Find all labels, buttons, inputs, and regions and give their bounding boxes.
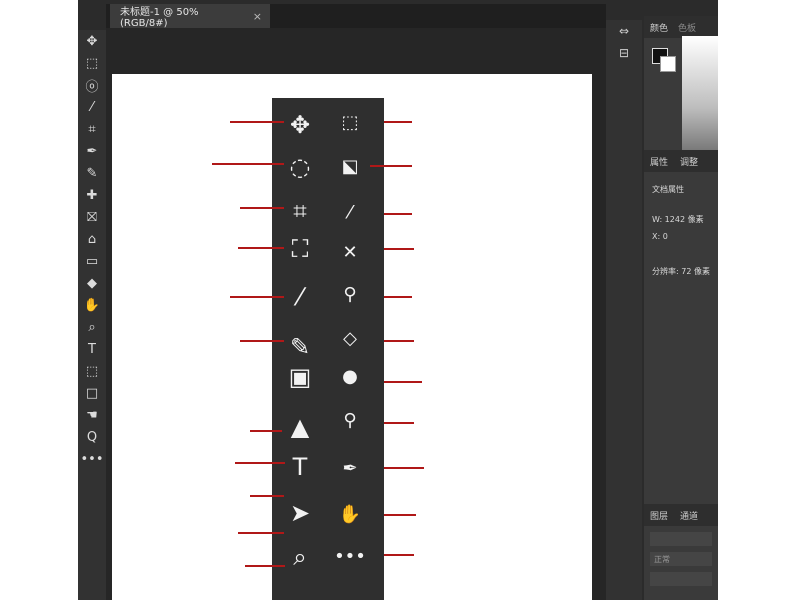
tab-color[interactable]: 颜色 <box>650 21 668 34</box>
tool-icon[interactable]: ⛝ <box>78 206 106 228</box>
document-tabbar: 未标题-1 @ 50%(RGB/8#) × <box>106 4 606 29</box>
tool-icon[interactable]: Q <box>78 426 106 448</box>
right-panels: 颜色 色板 属性 调整 文档属性 W: 1242 像素 X: 0 分辨率: 72… <box>644 16 718 600</box>
tool-icon[interactable]: ••• <box>78 448 106 470</box>
tool-icon[interactable]: T <box>78 338 106 360</box>
connector-line <box>384 248 414 250</box>
connector-line <box>212 163 284 165</box>
tool-icon[interactable]: ⬚ <box>78 360 106 382</box>
connector-line <box>384 422 414 424</box>
connector-line <box>230 296 284 298</box>
tool-glyph-icon: ✕ <box>342 242 358 263</box>
tool-icon[interactable]: ▭ <box>78 250 106 272</box>
tab-layers[interactable]: 图层 <box>650 509 668 522</box>
color-panel-tabs: 颜色 色板 <box>644 16 718 38</box>
color-picker-field[interactable] <box>682 36 718 156</box>
resolution-readout: 分辨率: 72 像素 <box>652 267 710 276</box>
color-swatches[interactable] <box>652 48 676 72</box>
x-readout: X: 0 <box>652 232 668 241</box>
tab-swatches[interactable]: 色板 <box>678 21 696 34</box>
tool-icon[interactable]: ◆ <box>78 272 106 294</box>
connector-line <box>235 462 285 464</box>
history-icon[interactable]: ⇔ <box>606 20 642 42</box>
tool-glyph-icon: ⌗ <box>293 197 307 225</box>
tool-icon[interactable]: ✚ <box>78 184 106 206</box>
tab-channels[interactable]: 通道 <box>680 509 698 522</box>
tool-glyph-icon: ⁄ <box>348 202 352 223</box>
tab-adjustments[interactable]: 调整 <box>680 155 698 168</box>
tool-glyph-icon: ✋ <box>338 504 362 525</box>
layer-search-field[interactable] <box>650 532 712 546</box>
tool-glyph-icon: ➤ <box>289 499 311 527</box>
connector-line <box>384 213 412 215</box>
connector-line <box>240 207 284 209</box>
tool-glyph-icon: ✎ <box>289 333 311 361</box>
panel-icon-strip: ⇔ ⊟ <box>606 20 642 600</box>
tool-icon[interactable]: ⌗ <box>78 118 106 140</box>
tool-icon[interactable]: ☚ <box>78 404 106 426</box>
connector-line <box>384 381 422 383</box>
tool-glyph-icon: ◇ <box>343 328 357 349</box>
connector-line <box>230 121 284 123</box>
document-tab[interactable]: 未标题-1 @ 50%(RGB/8#) × <box>110 4 270 29</box>
tool-glyph-icon: ⌕ <box>293 543 307 571</box>
tool-glyph-icon: ⬕ <box>341 156 359 177</box>
connector-line <box>245 565 285 567</box>
connector-line <box>384 121 412 123</box>
document-tab-title: 未标题-1 @ 50%(RGB/8#) <box>120 7 199 29</box>
tool-icon[interactable]: ⬚ <box>78 52 106 74</box>
connector-line <box>250 495 284 497</box>
tools-panel: ✥ ⬚ ⓞ ⁄ ⌗ ✒ ✎ ✚ ⛝ ⌂ ▭ ◆ ✋ ⌕ T ⬚ □ ☚ Q ••• <box>78 30 106 600</box>
tool-glyph-icon: ✥ <box>289 111 311 139</box>
close-icon[interactable]: × <box>253 10 262 23</box>
width-readout: W: 1242 像素 <box>652 215 704 224</box>
blend-mode-select[interactable]: 正常 <box>650 552 712 566</box>
tool-icon[interactable]: ⁄ <box>78 96 106 118</box>
connector-line <box>384 340 414 342</box>
tool-icon[interactable]: ⌕ <box>78 316 106 338</box>
connector-line <box>238 247 284 249</box>
tool-glyph-icon: ✒ <box>342 458 358 479</box>
connector-line <box>384 467 424 469</box>
tool-glyph-icon: ••• <box>334 546 366 567</box>
connector-line <box>240 340 284 342</box>
tool-icon[interactable]: □ <box>78 382 106 404</box>
tool-glyph-icon: T <box>292 453 308 481</box>
tool-icon[interactable]: ✋ <box>78 294 106 316</box>
connector-line <box>238 532 284 534</box>
layer-lock-row <box>650 572 712 586</box>
tool-glyph-icon: ⛶ <box>291 235 309 263</box>
connector-line <box>370 165 412 167</box>
tool-glyph-icon: ⬚ <box>341 112 359 133</box>
properties-panel-tabs: 属性 调整 <box>644 150 718 172</box>
connector-line <box>384 296 412 298</box>
layers-panel-tabs: 图层 通道 <box>644 504 718 526</box>
tool-icon[interactable]: ✎ <box>78 162 106 184</box>
tool-glyph-icon: ▣ <box>288 363 312 391</box>
tool-glyph-icon: ▲ <box>290 413 310 441</box>
connector-line <box>384 554 414 556</box>
tool-glyph-icon: ⚲ <box>343 284 357 305</box>
tab-properties[interactable]: 属性 <box>650 155 668 168</box>
tool-glyph-icon: ⚲ <box>343 410 357 431</box>
background-color[interactable] <box>660 56 676 72</box>
tool-icon[interactable]: ⌂ <box>78 228 106 250</box>
connector-line <box>250 430 282 432</box>
tool-glyph-icon: ● <box>342 366 358 387</box>
tool-icon[interactable]: ✒ <box>78 140 106 162</box>
properties-icon[interactable]: ⊟ <box>606 42 642 64</box>
tool-glyph-icon: ⁄ <box>297 283 302 311</box>
connector-line <box>384 514 416 516</box>
doc-properties-label: 文档属性 <box>652 185 684 194</box>
tool-glyph-icon: ◌ <box>289 153 311 181</box>
tool-icon[interactable]: ✥ <box>78 30 106 52</box>
tool-icon[interactable]: ⓞ <box>78 74 106 96</box>
